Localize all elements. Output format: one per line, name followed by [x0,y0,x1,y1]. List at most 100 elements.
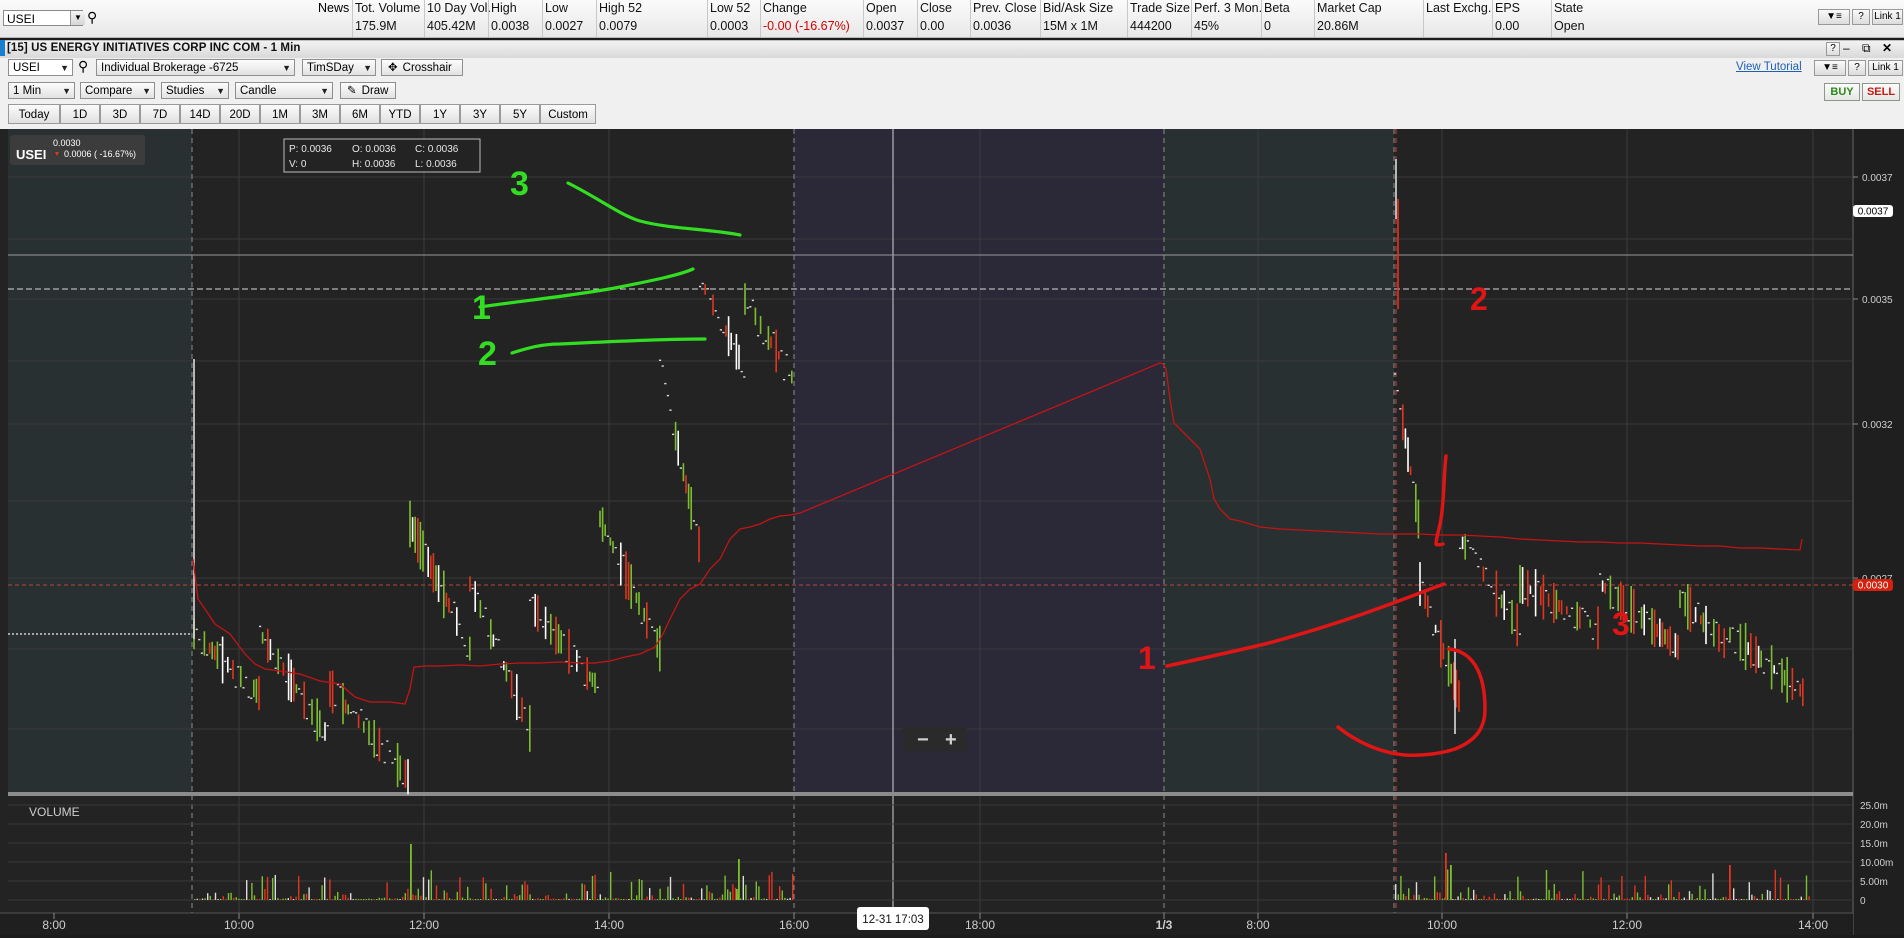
quote-menu-button[interactable]: ▼≡ [1818,9,1850,25]
quote-link-button[interactable]: Link 1 [1872,9,1903,25]
ohlc-o: O: 0.0036 [352,144,396,155]
draw-button[interactable]: ✎ Draw [340,82,396,99]
volume-bar [1486,898,1488,900]
price-chart[interactable]: 3 1 2 2 1 3 0.00370.00350.00320.0027 0.0… [0,129,1904,935]
candle [234,686,237,688]
cursor-time-label: 12-31 17:03 [862,914,923,926]
zoom-out-button[interactable]: − [917,729,929,751]
crosshair-button[interactable]: ✥ Crosshair [381,59,463,76]
range-button[interactable]: 1Y [420,104,460,124]
volume-bar [1402,893,1405,900]
quote-help-button[interactable]: ? [1852,9,1870,25]
volume-bar [285,898,287,900]
candle [1508,601,1511,604]
volume-bar [651,895,653,900]
candle [1469,547,1472,549]
annotation-number: 1 [1138,640,1156,676]
volume-bar [1475,894,1477,900]
volume-bar [1644,875,1646,900]
search-icon[interactable]: ⚲ [87,9,97,26]
range-button[interactable]: 6M [340,104,380,124]
quote-field: Change -0.00 (-16.67%) [760,0,864,37]
volume-bar [1441,898,1444,900]
chart-help-button[interactable]: ? [1848,60,1866,76]
volume-bar [537,898,539,900]
volume-bar [1626,898,1628,900]
close-icon[interactable]: ✕ [1882,41,1892,55]
volume-bar [1566,898,1568,900]
chart-menu-button[interactable]: ▼≡ [1814,60,1846,76]
range-button[interactable]: 20D [220,104,260,124]
candle [672,433,675,436]
volume-bar [1738,898,1740,900]
zoom-in-button[interactable]: + [945,729,957,751]
compare-select[interactable]: Compare ▼ [80,82,155,99]
volume-bar [469,898,471,900]
volume-bar [199,898,201,900]
chart-type-select[interactable]: Candle ▼ [235,82,333,99]
range-button[interactable]: YTD [380,104,420,124]
account-select[interactable]: Individual Brokerage -6725 ▼ [96,59,295,76]
candle [788,374,791,377]
range-button[interactable]: 14D [180,104,220,124]
volume-bar [1803,898,1805,900]
layout-select[interactable]: TimSDay ▼ [302,59,376,76]
sell-button[interactable]: SELL [1862,83,1900,101]
price-marker-open: 0.0037 [1858,207,1889,218]
volume-bar [1759,898,1761,900]
volume-bar [1418,894,1420,900]
buy-button[interactable]: BUY [1824,83,1860,101]
candle [1472,548,1475,550]
quote-symbol-dropdown[interactable]: ▼ [70,11,85,25]
range-button[interactable]: 3D [100,104,140,124]
quote-field-value: 0 [1264,19,1271,33]
quote-field: Tot. Volume 175.9M [352,0,425,37]
candle [349,712,352,714]
volume-bar [334,895,336,900]
volume-bar [1605,898,1607,900]
range-button[interactable]: 3Y [460,104,500,124]
volume-bar [220,898,222,900]
restore-icon[interactable]: ⧉ [1862,41,1871,56]
layout-text: TimSDay [307,62,354,74]
volume-bar [597,898,599,900]
pane-separator[interactable] [8,792,1853,796]
range-button[interactable]: 1M [260,104,300,124]
range-button[interactable]: 1D [60,104,100,124]
volume-bar [633,898,635,900]
range-button[interactable]: 7D [140,104,180,124]
candle [1720,641,1723,644]
candle [1648,618,1651,620]
volume-bar [1436,892,1438,900]
chart-symbol-input[interactable]: USEI ▼ [8,59,73,76]
candle [272,653,275,655]
candle [746,307,749,309]
studies-select[interactable]: Studies ▼ [161,82,229,99]
view-tutorial-link[interactable]: View Tutorial [1736,61,1802,73]
candle [1584,610,1587,613]
search-icon[interactable]: ⚲ [78,58,88,75]
volume-bar [766,898,768,900]
range-button[interactable]: Today [8,104,60,124]
quote-field: Beta 0 [1261,0,1315,37]
candle [539,619,542,621]
minimize-icon[interactable]: – [1843,41,1850,55]
volume-bar [1704,889,1706,900]
range-button[interactable]: 3M [300,104,340,124]
volume-bar [1530,898,1532,900]
range-button[interactable]: Custom [540,104,596,124]
candle [640,622,643,624]
chart-link-button[interactable]: Link 1 [1868,60,1903,76]
volume-bar [1491,899,1493,900]
news-label[interactable]: News [318,1,349,15]
candle [651,626,654,628]
window-help-button[interactable]: ? [1826,42,1840,56]
range-button[interactable]: 5Y [500,104,540,124]
candle [352,710,355,713]
interval-select[interactable]: 1 Min ▼ [8,82,75,99]
volume-bar [1488,896,1490,900]
candle [764,340,767,342]
quote-field-value: 45% [1194,19,1220,33]
candle [508,670,511,672]
volume-bar [1729,865,1731,900]
